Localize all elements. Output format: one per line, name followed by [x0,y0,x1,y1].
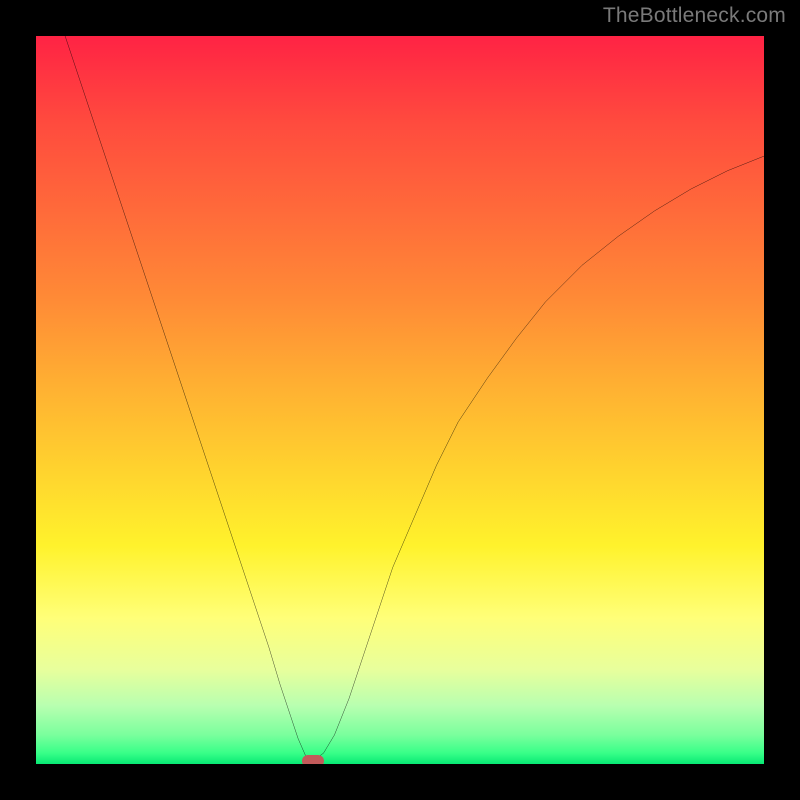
watermark-text: TheBottleneck.com [603,4,786,28]
plot-area [36,36,764,764]
chart-frame: TheBottleneck.com [0,0,800,800]
bottleneck-curve [65,36,764,761]
optimum-marker [302,755,324,764]
curve-svg [36,36,764,764]
